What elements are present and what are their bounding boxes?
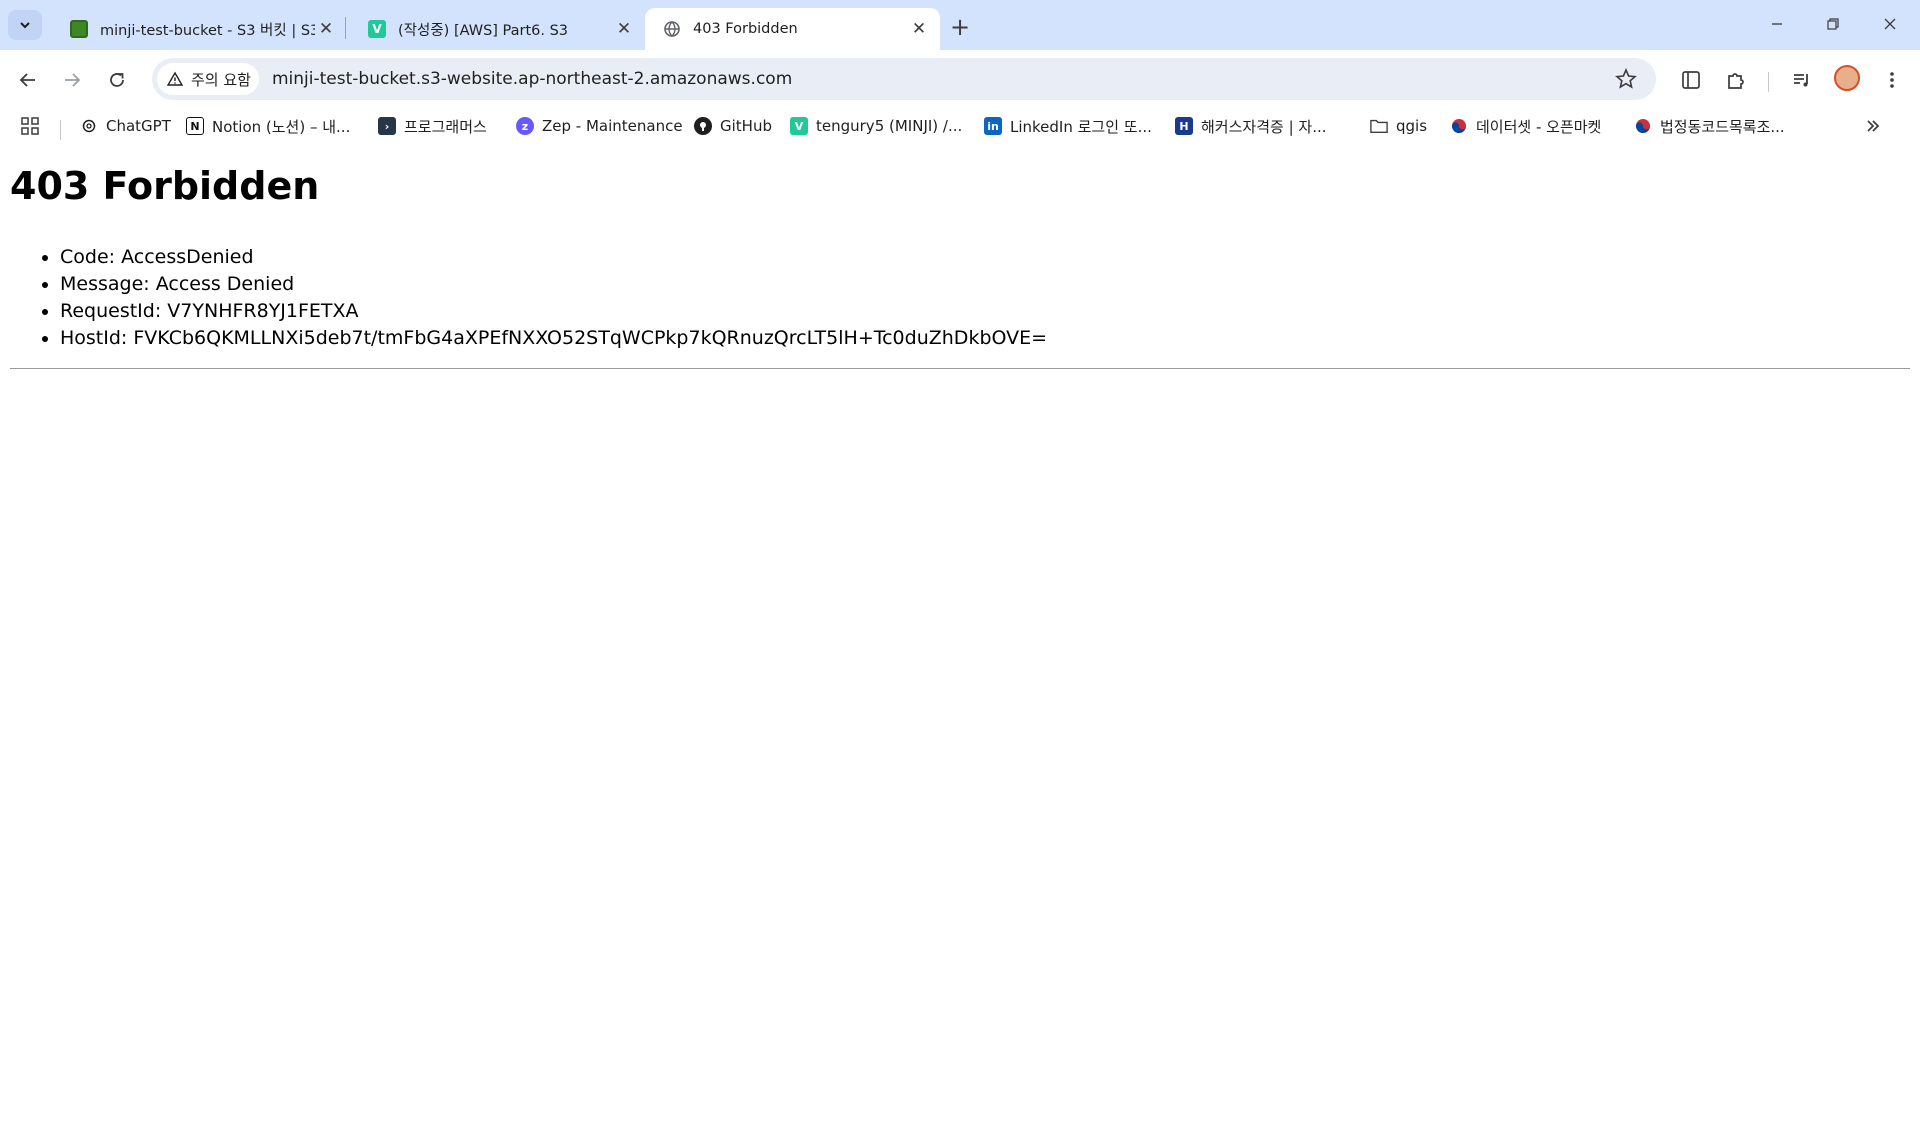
tab-divider <box>345 17 346 39</box>
double-chevron-right-icon <box>1867 120 1880 132</box>
tab-title: (작성중) [AWS] Part6. S3 <box>398 22 569 39</box>
github-icon <box>694 117 712 135</box>
linkedin-icon: in <box>984 117 1002 135</box>
media-icon <box>1794 74 1808 87</box>
reading-list-button[interactable] <box>1677 66 1705 94</box>
sidepanel-icon <box>1682 71 1700 89</box>
error-request-id: RequestId: V7YNHFR8YJ1FETXA <box>60 298 1047 325</box>
extensions-button[interactable] <box>1722 66 1750 94</box>
hackers-icon: H <box>1175 117 1193 135</box>
bookmark-linkedin[interactable]: in LinkedIn 로그인 또... <box>984 114 1152 138</box>
bookmark-label: Zep - Maintenance <box>542 117 683 135</box>
apps-grid-icon <box>21 117 39 135</box>
url-text[interactable]: minji-test-bucket.s3-website.ap-northeas… <box>272 69 792 89</box>
minimize-button[interactable] <box>1757 8 1797 40</box>
bookmark-velog[interactable]: V tengury5 (MINJI) /... <box>790 114 962 138</box>
korea-gov-icon <box>1450 117 1468 135</box>
globe-icon <box>663 20 681 38</box>
bookmarks-divider <box>60 120 61 140</box>
bookmark-label: 프로그래머스 <box>404 117 487 136</box>
close-window-button[interactable] <box>1870 8 1910 40</box>
bookmarks-overflow-button[interactable] <box>1864 114 1882 138</box>
apps-button[interactable] <box>20 114 40 138</box>
error-message: Message: Access Denied <box>60 271 1047 298</box>
chevron-down-icon <box>20 22 30 29</box>
tab-velog-post[interactable]: V (작성중) [AWS] Part6. S3 ✕ <box>350 8 645 50</box>
programmers-icon: › <box>378 117 396 135</box>
tab-title: 403 Forbidden <box>693 21 798 37</box>
reload-icon <box>110 73 124 87</box>
horizontal-rule <box>10 368 1910 369</box>
bookmark-label: qgis <box>1396 117 1428 135</box>
error-code: Code: AccessDenied <box>60 244 1047 271</box>
close-icon[interactable]: ✕ <box>613 18 635 40</box>
s3-icon <box>70 20 88 38</box>
bookmark-hackers[interactable]: H 해커스자격증 | 자... <box>1175 114 1327 138</box>
notion-icon: N <box>186 117 204 135</box>
restore-icon <box>1827 18 1839 30</box>
error-host-id: HostId: FVKCb6QKMLLNXi5deb7t/tmFbG4aXPEf… <box>60 325 1047 352</box>
tab-strip: minji-test-bucket - S3 버킷 | S3 ✕ V (작성중)… <box>0 0 1920 50</box>
menu-button[interactable] <box>1878 66 1906 94</box>
arrow-right-icon <box>65 73 81 87</box>
restore-button[interactable] <box>1813 8 1853 40</box>
folder-icon <box>1370 117 1388 135</box>
star-icon[interactable] <box>1614 67 1638 91</box>
bookmark-programmers[interactable]: › 프로그래머스 <box>378 114 487 138</box>
minimize-icon <box>1772 23 1782 25</box>
tab-s3-bucket[interactable]: minji-test-bucket - S3 버킷 | S3 ✕ <box>52 8 347 50</box>
bookmark-label: 법정동코드목록조... <box>1660 117 1785 136</box>
bookmark-zep[interactable]: z Zep - Maintenance <box>516 114 683 138</box>
bookmark-label: GitHub <box>720 117 772 135</box>
bookmarks-bar: ChatGPT N Notion (노션) – 내... › 프로그래머스 z … <box>0 108 1920 142</box>
media-controls-button[interactable] <box>1788 66 1816 94</box>
chatgpt-icon <box>80 117 98 135</box>
velog-icon: V <box>368 20 386 38</box>
security-chip-label: 주의 요함 <box>191 70 251 89</box>
velog-icon: V <box>790 117 808 135</box>
page-title: 403 Forbidden <box>10 164 320 208</box>
bookmark-legal-code[interactable]: 법정동코드목록조... <box>1634 114 1785 138</box>
close-icon[interactable]: ✕ <box>908 18 930 40</box>
reload-button[interactable] <box>101 64 133 96</box>
bookmark-dataset[interactable]: 데이터셋 - 오픈마켓 <box>1450 114 1601 138</box>
tab-title: minji-test-bucket - S3 버킷 | S3 <box>100 22 315 39</box>
korea-gov-icon <box>1634 117 1652 135</box>
browser-toolbar: 주의 요함 minji-test-bucket.s3-website.ap-no… <box>0 50 1920 108</box>
toolbar-divider <box>1768 72 1769 92</box>
security-chip[interactable]: 주의 요함 <box>157 63 259 95</box>
zep-icon: z <box>516 117 534 135</box>
arrow-left-icon <box>19 73 35 87</box>
puzzle-icon <box>1728 73 1744 89</box>
bookmark-label: LinkedIn 로그인 또... <box>1010 117 1152 136</box>
close-icon <box>1884 18 1896 30</box>
close-icon[interactable]: ✕ <box>315 18 337 40</box>
tab-search-button[interactable] <box>8 10 42 40</box>
bookmark-chatgpt[interactable]: ChatGPT <box>80 114 171 138</box>
bookmark-label: 해커스자격증 | 자... <box>1201 117 1327 136</box>
bookmark-folder-qgis[interactable]: qgis <box>1370 114 1427 138</box>
bookmark-label: ChatGPT <box>106 117 171 135</box>
bookmark-github[interactable]: GitHub <box>694 114 772 138</box>
tab-403-forbidden[interactable]: 403 Forbidden ✕ <box>645 8 940 50</box>
more-vertical-icon <box>1890 72 1894 88</box>
warning-icon <box>167 71 183 86</box>
forward-button[interactable] <box>56 64 88 96</box>
bookmark-label: Notion (노션) – 내... <box>212 117 351 136</box>
address-bar[interactable]: 주의 요함 minji-test-bucket.s3-website.ap-no… <box>152 58 1656 100</box>
new-tab-button[interactable]: + <box>945 12 975 42</box>
bookmark-label: tengury5 (MINJI) /... <box>816 117 963 135</box>
back-button[interactable] <box>12 64 44 96</box>
error-details-list: Code: AccessDenied Message: Access Denie… <box>60 244 1047 352</box>
bookmark-label: 데이터셋 - 오픈마켓 <box>1476 117 1602 136</box>
profile-avatar[interactable] <box>1834 65 1860 91</box>
page-content: 403 Forbidden Code: AccessDenied Message… <box>0 142 1920 1140</box>
bookmark-notion[interactable]: N Notion (노션) – 내... <box>186 114 350 138</box>
